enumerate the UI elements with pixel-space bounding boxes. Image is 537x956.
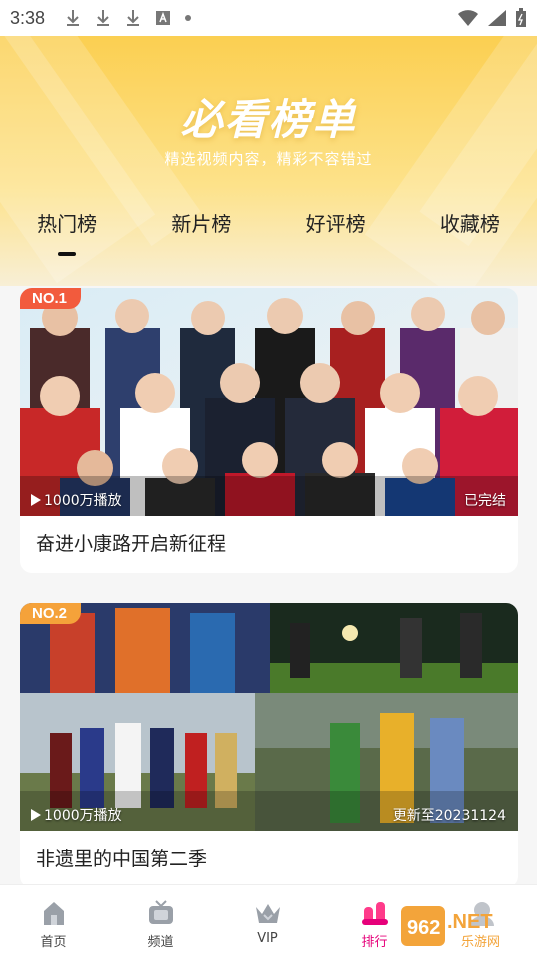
play-icon: [31, 494, 41, 506]
svg-text:.NET: .NET: [447, 911, 493, 933]
download-icon: [97, 10, 110, 26]
play-count: 1000万播放: [30, 490, 122, 510]
wifi-icon: [458, 10, 478, 26]
nav-label: 频道: [147, 935, 174, 950]
watermark-logo: 962 .NET 乐游网: [401, 902, 531, 952]
nav-home[interactable]: 首页: [0, 885, 107, 956]
nav-label: 排行: [361, 935, 388, 950]
ranking-header: 必看榜单 精选视频内容，精彩不容错过 热门榜 新片榜 好评榜 收藏榜: [0, 36, 537, 286]
page-title: 必看榜单: [180, 95, 357, 144]
nav-vip[interactable]: VIP: [214, 885, 321, 956]
thumbnail-image: [20, 603, 518, 831]
play-count: 1000万播放: [30, 805, 122, 825]
ranking-card[interactable]: NO.2 1000万播放 更新至20231124 非遗里的中国第二季: [20, 603, 518, 888]
video-thumbnail[interactable]: NO.2 1000万播放 更新至20231124: [20, 603, 518, 831]
tab-new[interactable]: 新片榜: [134, 208, 268, 258]
signal-icon: [488, 10, 506, 26]
status-time: 3:38: [10, 7, 46, 28]
video-title[interactable]: 非遗里的中国第二季: [20, 831, 518, 888]
video-thumbnail[interactable]: NO.1 1000万播放 已完结: [20, 288, 518, 516]
ranking-card[interactable]: NO.1 1000万播放 已完结 奋进小康路开启新征程: [20, 288, 518, 573]
font-a-icon: [156, 11, 171, 25]
ranking-tabs: 热门榜 新片榜 好评榜 收藏榜: [0, 208, 537, 258]
play-count-text: 1000万播放: [44, 808, 122, 824]
home-icon: [43, 902, 64, 925]
status-bar: 3:38: [0, 0, 537, 36]
series-status: 已完结: [464, 493, 506, 509]
watermark-icon: 962 .NET 乐游网: [401, 906, 500, 950]
download-icon: [127, 10, 140, 26]
battery-icon: [516, 8, 526, 27]
crown-icon: [255, 904, 280, 923]
video-title[interactable]: 奋进小康路开启新征程: [20, 516, 518, 573]
tab-hot[interactable]: 热门榜: [0, 208, 134, 258]
rank-badge: NO.1: [20, 288, 82, 309]
rank-badge: NO.2: [20, 603, 82, 624]
dot-icon: [185, 15, 192, 21]
svg-text:962: 962: [407, 917, 440, 939]
page-subtitle: 精选视频内容，精彩不容错过: [164, 150, 373, 168]
series-status: 更新至20231124: [392, 808, 506, 824]
svg-text:乐游网: 乐游网: [461, 935, 500, 950]
tab-favorites[interactable]: 收藏榜: [403, 208, 537, 258]
tab-top-rated[interactable]: 好评榜: [269, 208, 403, 258]
download-icon: [67, 10, 80, 26]
nav-label: 首页: [40, 935, 67, 950]
ranking-icon: [361, 902, 388, 925]
play-icon: [31, 809, 41, 821]
nav-label: VIP: [257, 931, 278, 946]
tv-icon: [148, 900, 173, 924]
play-count-text: 1000万播放: [44, 493, 122, 509]
thumbnail-image: [20, 288, 518, 516]
nav-channel[interactable]: 频道: [107, 885, 214, 956]
